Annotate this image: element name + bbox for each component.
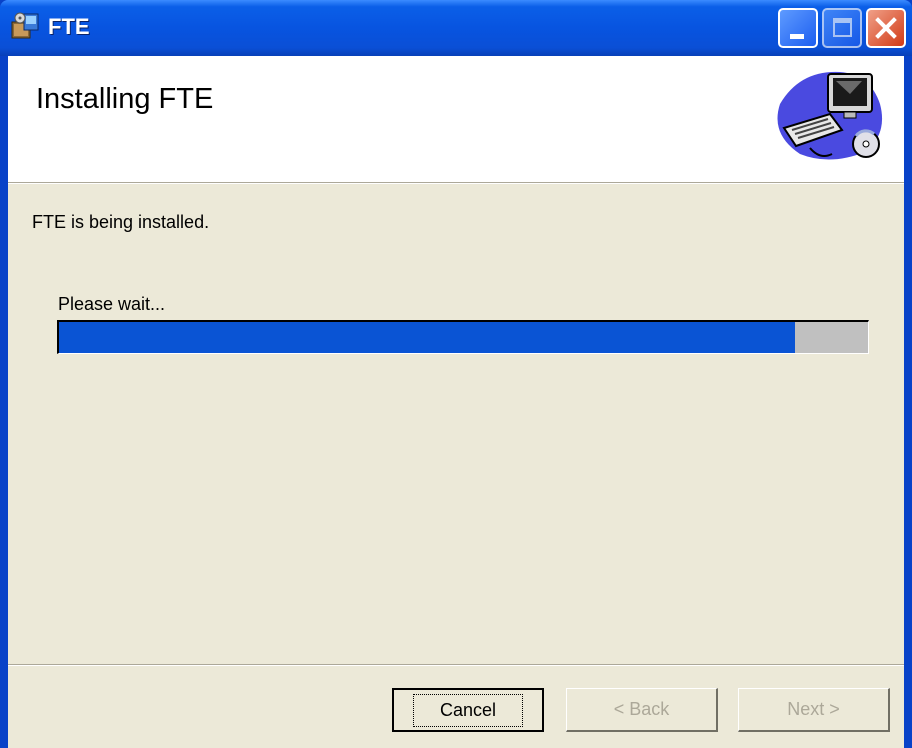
window-title: FTE bbox=[48, 14, 90, 39]
dialog-client-area: Installing FTE FTE is being installed. P… bbox=[8, 56, 904, 748]
header-divider bbox=[8, 183, 904, 184]
maximize-button bbox=[822, 8, 862, 48]
progress-fill bbox=[59, 322, 796, 353]
maximize-icon bbox=[833, 18, 852, 37]
installer-icon bbox=[11, 12, 39, 39]
status-text: FTE is being installed. bbox=[32, 212, 210, 232]
next-button: Next > bbox=[738, 688, 890, 732]
page-title: Installing FTE bbox=[36, 83, 214, 115]
minimize-button[interactable] bbox=[778, 8, 818, 48]
cancel-button-label: Cancel bbox=[412, 693, 524, 727]
title-bar[interactable]: FTE bbox=[0, 0, 912, 56]
installer-window: FTE Installing FTE FTE is being installe… bbox=[0, 0, 912, 748]
close-button[interactable] bbox=[866, 8, 906, 48]
wait-text: Please wait... bbox=[58, 294, 166, 314]
minimize-icon bbox=[790, 34, 804, 39]
computer-cd-illustration bbox=[777, 71, 883, 160]
cancel-button[interactable]: Cancel bbox=[392, 688, 544, 732]
header-banner: Installing FTE bbox=[8, 56, 904, 183]
back-button: < Back bbox=[566, 688, 718, 732]
close-icon bbox=[875, 17, 897, 39]
install-progress-bar bbox=[57, 320, 869, 354]
